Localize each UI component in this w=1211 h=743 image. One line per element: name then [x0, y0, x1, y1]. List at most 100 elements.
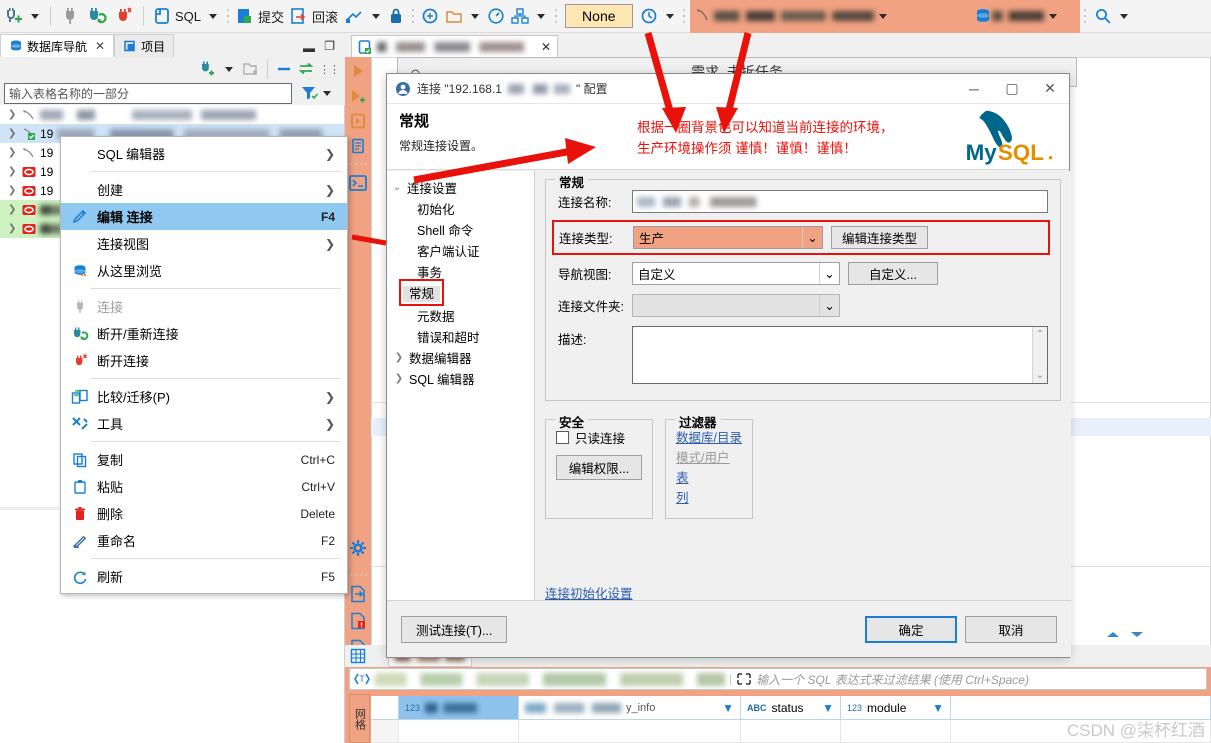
dialog-tree-item-shell[interactable]: Shell 命令	[387, 219, 534, 240]
new-connection-button[interactable]	[0, 3, 26, 29]
column-filter-caret[interactable]: ▼	[722, 701, 734, 715]
lock-icon[interactable]	[385, 3, 407, 29]
menu-item-refresh[interactable]: 刷新 F5	[61, 563, 347, 590]
sql-dropdown-caret[interactable]	[209, 13, 218, 19]
grid-column-header-status[interactable]: ABC status ▼	[741, 696, 841, 720]
dialog-tree-item-sql-editor[interactable]: ❯ SQL 编辑器	[387, 368, 534, 389]
filter-link-columns[interactable]: 列	[676, 488, 742, 508]
dialog-tree-item-client-auth[interactable]: 客户端认证	[387, 240, 534, 261]
grid-column-header-module[interactable]: 123 module ▼	[841, 696, 951, 720]
export-icon[interactable]	[349, 585, 367, 603]
minimize-icon[interactable]: ─	[955, 74, 993, 103]
expand-icon[interactable]	[736, 672, 752, 686]
menu-item-edit-connection[interactable]: 编辑 连接 F4	[61, 203, 347, 230]
menu-item-reconnect[interactable]: 断开/重新连接	[61, 320, 347, 347]
record-nav-arrows[interactable]	[1105, 630, 1145, 639]
schema-select-caret[interactable]	[1048, 13, 1057, 19]
menu-item-copy[interactable]: 复制 Ctrl+C	[61, 446, 347, 473]
transaction-log-icon[interactable]	[341, 3, 367, 29]
search-caret[interactable]	[1119, 13, 1128, 19]
filter-link-tables[interactable]: 表	[676, 468, 742, 488]
nav-down-icon[interactable]	[1129, 630, 1145, 639]
menu-item-disconnect[interactable]: 断开连接	[61, 347, 347, 374]
execute-rows-icon[interactable]	[350, 138, 366, 154]
test-connection-button[interactable]: 测试连接(T)...	[401, 615, 508, 643]
maximize-icon[interactable]: ▢	[993, 74, 1031, 103]
dialog-tree-item-data-editor[interactable]: ❯ 数据编辑器	[387, 347, 534, 368]
sql-editor-button[interactable]: SQL	[150, 3, 204, 29]
reconnect-icon[interactable]	[83, 3, 111, 29]
execute-script-icon[interactable]	[350, 113, 366, 129]
chevron-right-icon[interactable]: ❯	[393, 373, 405, 384]
grid-presentation-label[interactable]: 网格	[349, 694, 370, 743]
active-connection-selector[interactable]	[689, 0, 970, 33]
history-icon[interactable]	[637, 3, 661, 29]
scroll-up-icon[interactable]: ⌃	[1036, 329, 1044, 340]
folder-icon[interactable]	[442, 3, 466, 29]
grid-column-header[interactable]: 123	[399, 696, 519, 720]
editor-tab-close-icon[interactable]: ✕	[541, 40, 551, 54]
settings-gear-icon[interactable]	[349, 539, 367, 557]
add-connection-caret[interactable]	[225, 66, 233, 72]
active-schema-selector[interactable]	[969, 0, 1080, 33]
transaction-log-caret[interactable]	[372, 13, 381, 19]
edit-permissions-button[interactable]: 编辑权限...	[556, 455, 642, 480]
expand-arrow-icon[interactable]: ❯	[8, 204, 18, 215]
filter-caret[interactable]	[323, 90, 331, 96]
grid-icon[interactable]	[350, 648, 366, 664]
add-connection-icon[interactable]	[198, 60, 216, 78]
description-textarea[interactable]: ⌃ ⌄	[632, 326, 1048, 384]
connection-type-select[interactable]: 生产 ⌄	[633, 226, 823, 249]
connection-context-menu[interactable]: SQL 编辑器 ❯ 创建 ❯ 编辑 连接 F4 连接视图 ❯ 从这里浏览 连接 …	[60, 136, 348, 594]
tab-db-navigator[interactable]: 数据库导航 ✕	[0, 34, 115, 57]
chevron-down-icon[interactable]: ⌄	[819, 263, 839, 284]
menu-item-rename[interactable]: 重命名 F2	[61, 527, 347, 554]
disconnect-icon[interactable]	[111, 3, 137, 29]
column-filter-caret[interactable]: ▼	[932, 701, 944, 715]
dialog-tree-item-errors[interactable]: 错误和超时	[387, 326, 534, 347]
expression-icon[interactable]: T	[353, 672, 371, 686]
edit-connection-type-button[interactable]: 编辑连接类型	[831, 226, 929, 249]
chevron-down-icon[interactable]: ⌄	[802, 227, 822, 248]
collapse-all-icon[interactable]	[275, 62, 293, 76]
refresh-circle-icon[interactable]	[418, 3, 442, 29]
expand-arrow-icon[interactable]: ❯	[8, 128, 18, 139]
panel-menu-icon[interactable]: ⋮⋮	[319, 63, 340, 76]
filter-link-databases[interactable]: 数据库/目录	[676, 428, 742, 448]
search-icon[interactable]	[1091, 3, 1115, 29]
menu-item-sql-editor[interactable]: SQL 编辑器 ❯	[61, 140, 347, 167]
expand-arrow-icon[interactable]: ❯	[8, 223, 18, 234]
checkbox-box[interactable]	[556, 431, 569, 444]
menu-item-connection-view[interactable]: 连接视图 ❯	[61, 230, 347, 257]
execute-icon[interactable]	[350, 63, 366, 79]
expand-arrow-icon[interactable]: ❯	[8, 109, 18, 120]
filter-link-schemas[interactable]: 模式/用户	[676, 448, 742, 468]
grid-column-header[interactable]: y_info ▼	[519, 696, 741, 720]
connection-folder-select[interactable]: ⌄	[632, 294, 840, 317]
customize-button[interactable]: 自定义...	[848, 262, 938, 285]
transaction-mode-selector[interactable]: None	[565, 4, 633, 28]
schema-caret[interactable]	[537, 13, 546, 19]
scroll-down-icon[interactable]: ⌄	[1036, 370, 1044, 381]
close-icon[interactable]: ✕	[95, 39, 105, 53]
menu-item-create[interactable]: 创建 ❯	[61, 176, 347, 203]
expand-arrow-icon[interactable]: ❯	[8, 185, 18, 196]
folder-caret[interactable]	[471, 13, 480, 19]
dialog-tree-item-connection-settings[interactable]: ⌄ 连接设置	[387, 177, 534, 198]
navigator-view-select[interactable]: 自定义 ⌄	[632, 262, 840, 285]
expand-arrow-icon[interactable]: ❯	[8, 166, 18, 177]
panel-maximize-icon[interactable]: ❐	[324, 39, 335, 53]
chevron-down-icon[interactable]: ⌄	[391, 182, 403, 193]
menu-item-paste[interactable]: 粘贴 Ctrl+V	[61, 473, 347, 500]
dialog-tree-item-general[interactable]: 常规	[387, 279, 534, 306]
chevron-down-icon[interactable]: ⌄	[819, 295, 839, 316]
close-icon[interactable]: ✕	[1031, 74, 1069, 103]
connect-icon[interactable]	[57, 3, 83, 29]
cancel-button[interactable]: 取消	[965, 615, 1057, 643]
description-scrollbar[interactable]: ⌃ ⌄	[1032, 327, 1047, 383]
sync-navigator-icon[interactable]	[297, 61, 315, 77]
nav-up-icon[interactable]	[1105, 630, 1121, 639]
history-caret[interactable]	[665, 13, 674, 19]
dialog-settings-tree[interactable]: ⌄ 连接设置 初始化 Shell 命令 客户端认证 事务 常规 元数据 错误和超…	[387, 171, 535, 630]
menu-item-delete[interactable]: 删除 Delete	[61, 500, 347, 527]
